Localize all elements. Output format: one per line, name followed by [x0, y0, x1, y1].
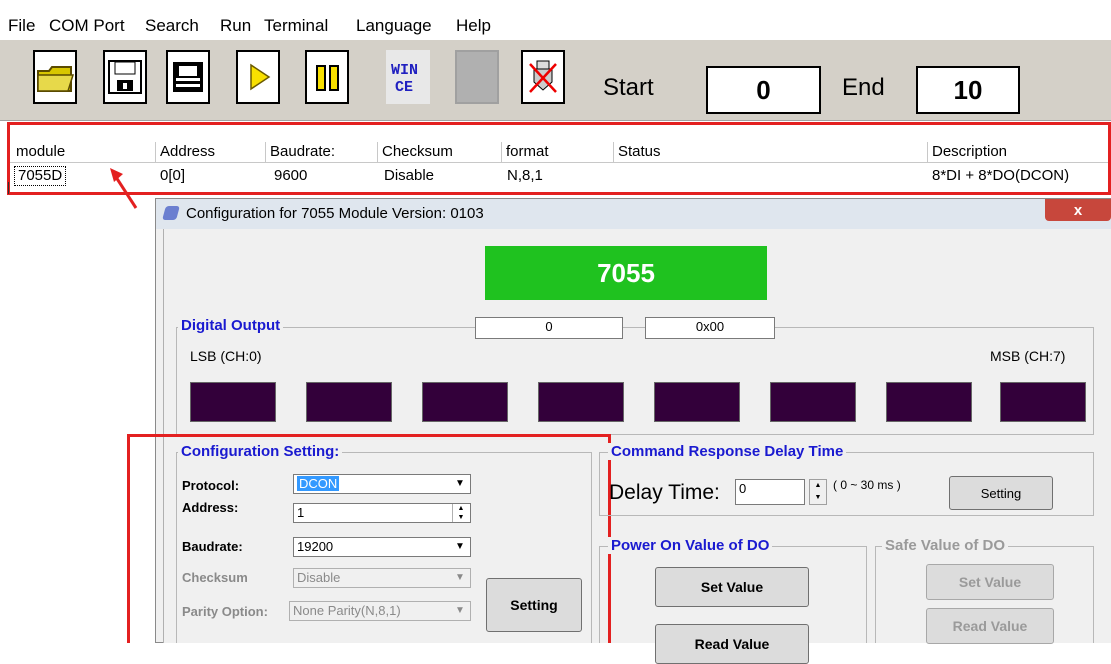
menu-com-port[interactable]: COM Port	[49, 16, 125, 36]
delay-setting-button[interactable]: Setting	[949, 476, 1053, 510]
digital-output-legend: Digital Output	[178, 317, 284, 334]
lsb-label: LSB (CH:0)	[190, 348, 262, 364]
do-channel-7-led[interactable]	[1000, 382, 1086, 422]
config-setting-highlight	[127, 434, 611, 643]
delay-time-label: Delay Time:	[609, 481, 720, 504]
do-channel-1-led[interactable]	[306, 382, 392, 422]
menu-search[interactable]: Search	[145, 16, 199, 36]
folder-icon	[37, 66, 75, 92]
do-hex-value: 0x00	[645, 317, 775, 339]
menu-run[interactable]: Run	[220, 16, 251, 36]
disconnect-button[interactable]	[521, 50, 565, 104]
dialog-close-button[interactable]: x	[1045, 199, 1111, 221]
wince-button[interactable]: WIN CE	[386, 50, 430, 104]
disconnect-icon	[529, 60, 557, 93]
do-channel-0-led[interactable]	[190, 382, 276, 422]
end-value-input[interactable]: 10	[916, 66, 1020, 114]
delay-time-legend: Command Response Delay Time	[608, 443, 847, 460]
play-icon	[250, 63, 271, 91]
floppy-disk-icon	[108, 60, 142, 94]
power-on-read-value-button[interactable]: Read Value	[655, 624, 809, 664]
end-label: End	[842, 74, 885, 101]
safe-set-value-button[interactable]: Set Value	[926, 564, 1054, 600]
dialog-title: Configuration for 7055 Module Version: 0…	[186, 205, 484, 222]
menu-help[interactable]: Help	[456, 16, 491, 36]
splitter-line	[8, 182, 9, 194]
pause-icon	[316, 65, 339, 91]
power-on-set-value-button[interactable]: Set Value	[655, 567, 809, 607]
safe-read-value-button[interactable]: Read Value	[926, 608, 1054, 644]
menu-file[interactable]: File	[8, 16, 35, 36]
blank-button[interactable]	[455, 50, 499, 104]
run-button[interactable]	[236, 50, 280, 104]
svg-text:CE: CE	[395, 79, 413, 96]
module-name-text: 7055	[597, 257, 655, 288]
safe-value-legend: Safe Value of DO	[882, 537, 1009, 554]
delay-spin-icon[interactable]: ▲ ▼	[809, 479, 827, 505]
menu-language[interactable]: Language	[356, 16, 432, 36]
start-label: Start	[603, 74, 654, 101]
annotation-arrow-icon	[110, 168, 138, 209]
delay-time-input[interactable]: 0	[735, 479, 805, 505]
module-table-highlight	[7, 122, 1111, 195]
start-value-input[interactable]: 0	[706, 66, 821, 114]
print-button[interactable]	[166, 50, 210, 104]
wince-icon: WINCE	[391, 62, 418, 96]
do-decimal-value: 0	[475, 317, 623, 339]
printer-icon	[173, 62, 203, 92]
do-channel-4-led[interactable]	[654, 382, 740, 422]
do-channel-2-led[interactable]	[422, 382, 508, 422]
open-folder-button[interactable]	[33, 50, 77, 104]
msb-label: MSB (CH:7)	[990, 348, 1066, 364]
menu-terminal[interactable]: Terminal	[264, 16, 328, 36]
delay-range-label: ( 0 ~ 30 ms )	[833, 478, 901, 492]
pause-button[interactable]	[305, 50, 349, 104]
save-button[interactable]	[103, 50, 147, 104]
module-name-banner: 7055	[485, 246, 767, 300]
svg-text:WIN: WIN	[391, 62, 418, 79]
do-channel-3-led[interactable]	[538, 382, 624, 422]
do-channel-6-led[interactable]	[886, 382, 972, 422]
power-on-legend: Power On Value of DO	[608, 537, 773, 554]
do-channel-5-led[interactable]	[770, 382, 856, 422]
close-icon: x	[1073, 201, 1083, 219]
